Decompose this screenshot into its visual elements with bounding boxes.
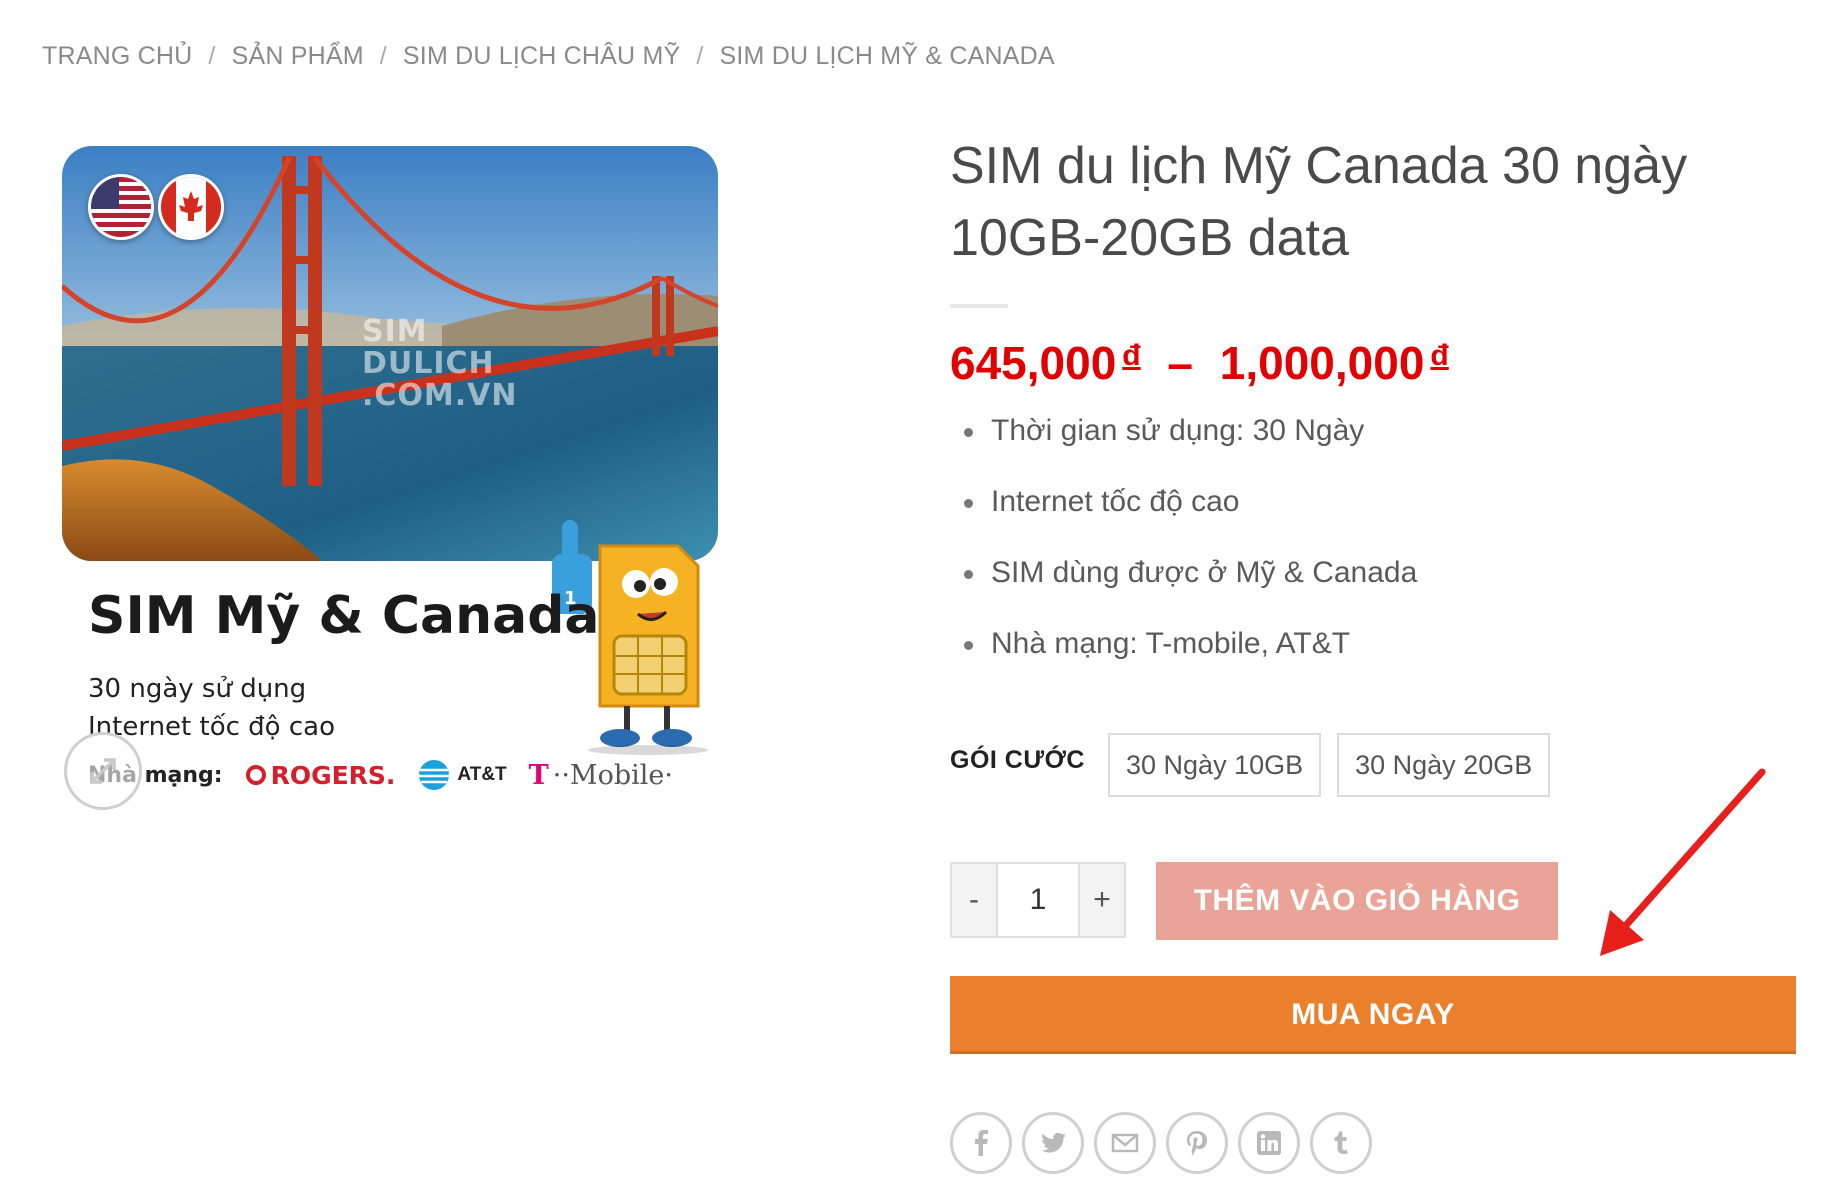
card-internet-text: Internet tốc độ cao [88, 712, 335, 742]
tmobile-t: T [528, 759, 549, 791]
breadcrumb-separator: / [379, 42, 387, 70]
bullet-icon [964, 570, 973, 579]
package-option-20gb[interactable]: 30 Ngày 20GB [1337, 733, 1551, 797]
list-item: Nhà mạng: T-mobile, AT&T [960, 627, 1417, 698]
rogers-swirl-icon [245, 765, 266, 785]
golden-gate-photo: SIM DULICH .COM.VN [62, 146, 718, 561]
price-range: 645,000 đ – 1,000,000 đ [950, 336, 1449, 390]
watermark-line: SIM [362, 314, 428, 349]
price-max: 1,000,000 [1219, 337, 1425, 389]
package-option-10gb[interactable]: 30 Ngày 10GB [1108, 733, 1322, 797]
facebook-share-button[interactable] [950, 1112, 1012, 1174]
breadcrumb-home[interactable]: TRANG CHỦ [42, 42, 192, 71]
product-image[interactable]: SIM DULICH .COM.VN 1 SIM Mỹ & Canada 30 … [62, 146, 722, 826]
currency-symbol: đ [1122, 339, 1141, 372]
pinterest-share-button[interactable] [1166, 1112, 1228, 1174]
product-title: SIM du lịch Mỹ Canada 30 ngày 10GB-20GB … [950, 137, 1688, 267]
att-text: AT&T [457, 764, 507, 785]
add-to-cart-button[interactable]: THÊM VÀO GIỎ HÀNG [1156, 862, 1558, 940]
quantity-increase-button[interactable]: + [1080, 864, 1124, 936]
package-label: GÓI CƯỚC [950, 746, 1085, 774]
share-icons [950, 1112, 1372, 1174]
email-share-button[interactable] [1094, 1112, 1156, 1174]
feature-text: Internet tốc độ cao [991, 485, 1240, 518]
bullet-icon [964, 499, 973, 508]
carrier-logos: Nhà mạng: ROGERS. AT&T T ··Mobile· [88, 758, 673, 792]
watermark-logo: SIM DULICH .COM.VN [362, 316, 518, 412]
att-logo: AT&T [417, 758, 507, 792]
feature-text: Thời gian sử dụng: 30 Ngày [991, 414, 1365, 447]
list-item: SIM dùng được ở Mỹ & Canada [960, 556, 1417, 627]
feature-text: SIM dùng được ở Mỹ & Canada [991, 556, 1418, 589]
twitter-icon [1041, 1132, 1066, 1153]
package-options: 30 Ngày 10GB 30 Ngày 20GB [1108, 733, 1551, 797]
list-item: Internet tốc độ cao [960, 485, 1417, 556]
buy-now-button[interactable]: MUA NGAY [950, 976, 1796, 1054]
feature-text: Nhà mạng: T-mobile, AT&T [991, 627, 1351, 660]
list-item: Thời gian sử dụng: 30 Ngày [960, 414, 1417, 485]
tmobile-text: ··Mobile· [552, 759, 673, 791]
title-divider [950, 304, 1008, 308]
twitter-share-button[interactable] [1022, 1112, 1084, 1174]
currency-symbol: đ [1430, 339, 1449, 372]
breadcrumb-sim-america[interactable]: SIM DU LỊCH CHÂU MỸ [403, 42, 680, 71]
breadcrumb-separator: / [208, 42, 216, 70]
linkedin-icon [1257, 1131, 1281, 1155]
linkedin-share-button[interactable] [1238, 1112, 1300, 1174]
watermark-line: .COM.VN [362, 378, 518, 413]
us-flag-icon [88, 174, 154, 240]
rogers-logo: ROGERS. [245, 760, 396, 790]
card-usage-text: 30 ngày sử dụng [88, 674, 307, 704]
tmobile-logo: T ··Mobile· [529, 760, 673, 791]
zoom-button[interactable] [64, 732, 142, 810]
bullet-icon [964, 428, 973, 437]
expand-icon [90, 758, 116, 784]
pinterest-icon [1187, 1131, 1207, 1156]
watermark-line: DULICH [362, 346, 495, 381]
price-separator: – [1167, 337, 1193, 389]
att-globe-icon [419, 760, 450, 790]
breadcrumb: TRANG CHỦ / SẢN PHẨM / SIM DU LỊCH CHÂU … [42, 42, 1055, 71]
quantity-input[interactable] [996, 864, 1080, 936]
rogers-text: ROGERS. [270, 760, 396, 790]
breadcrumb-sim-us-canada[interactable]: SIM DU LỊCH MỸ & CANADA [720, 42, 1055, 71]
tumblr-icon [1334, 1131, 1348, 1154]
quantity-stepper: - + [950, 862, 1126, 938]
annotation-arrow-icon [1600, 768, 1766, 956]
bullet-icon [964, 641, 973, 650]
tumblr-share-button[interactable] [1310, 1112, 1372, 1174]
quantity-decrease-button[interactable]: - [952, 864, 996, 936]
feature-list: Thời gian sử dụng: 30 Ngày Internet tốc … [960, 414, 1417, 698]
email-icon [1111, 1133, 1139, 1153]
breadcrumb-separator: / [696, 42, 704, 70]
price-min: 645,000 [950, 337, 1117, 389]
canada-flag-icon [158, 174, 224, 240]
breadcrumb-products[interactable]: SẢN PHẨM [232, 42, 364, 71]
card-title: SIM Mỹ & Canada [88, 586, 600, 646]
facebook-icon [975, 1130, 988, 1156]
